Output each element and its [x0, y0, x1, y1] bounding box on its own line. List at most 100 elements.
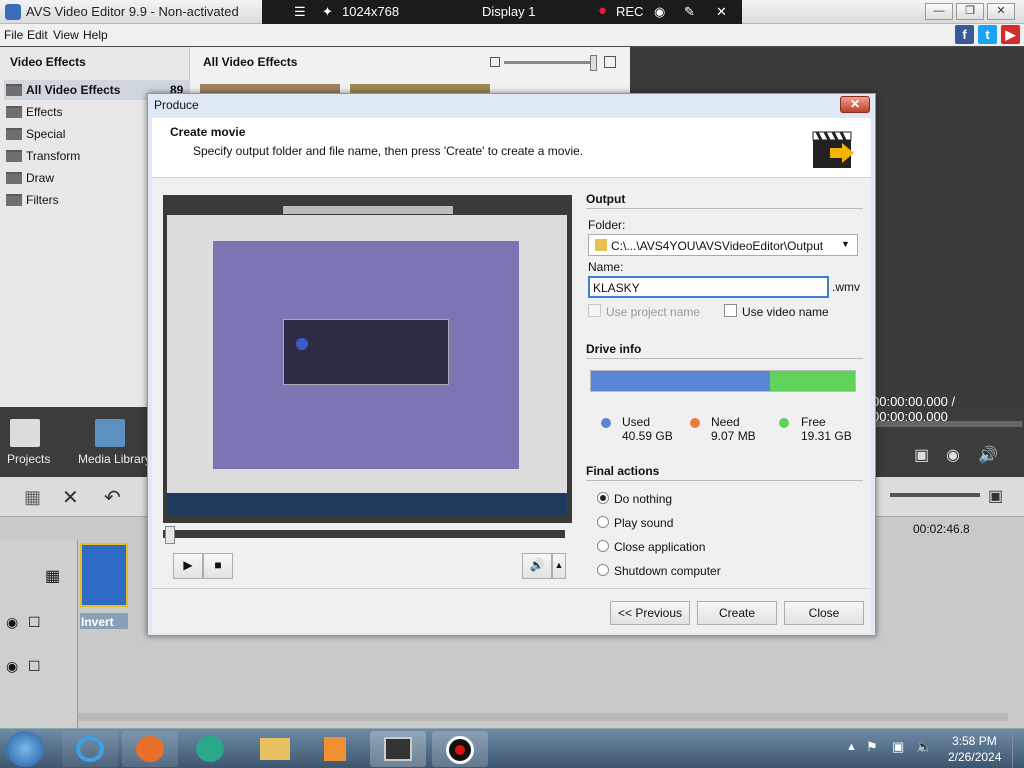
menu-help[interactable]: Help: [83, 28, 108, 42]
name-label: Name:: [588, 260, 624, 274]
header-title: Create movie: [170, 125, 246, 139]
timeline-scrollbar[interactable]: [8, 713, 1008, 721]
twitter-icon[interactable]: t: [978, 25, 997, 44]
header-description: Specify output folder and file name, the…: [193, 144, 584, 158]
lock-icon[interactable]: ☐: [28, 614, 41, 631]
snapshot-icon[interactable]: ◉: [946, 445, 960, 465]
name-input[interactable]: KLASKY: [588, 276, 829, 298]
free-dot: [779, 418, 789, 428]
projects-label[interactable]: Projects: [7, 452, 50, 466]
show-desktop-button[interactable]: [1012, 729, 1024, 768]
menu-view[interactable]: View: [53, 28, 79, 42]
produce-dialog: Produce ✕ Create movie Specify output fo…: [147, 93, 876, 636]
video-editor-icon[interactable]: [370, 731, 426, 767]
volume-dropdown[interactable]: ▲: [552, 553, 566, 579]
large-size-icon[interactable]: [604, 56, 616, 68]
ie-icon[interactable]: [62, 731, 118, 767]
timeline-clip[interactable]: [80, 543, 128, 607]
volume-button[interactable]: 🔊: [522, 553, 552, 579]
radio-play-sound[interactable]: [597, 516, 609, 528]
camera-icon[interactable]: ◉: [654, 4, 665, 20]
radio-close-application[interactable]: [597, 540, 609, 552]
network-icon[interactable]: ▣: [892, 739, 904, 755]
menu-icon[interactable]: ☰: [294, 4, 306, 20]
seek-thumb[interactable]: [165, 526, 175, 544]
firefox-icon[interactable]: [122, 731, 178, 767]
rec-label[interactable]: REC: [616, 4, 643, 19]
radio-do-nothing-label: Do nothing: [614, 492, 673, 506]
folder-icon: [6, 172, 22, 184]
folder-select[interactable]: C:\...\AVS4YOU\AVSVideoEditor\Output ▼: [588, 234, 858, 256]
play-button[interactable]: ▶: [173, 553, 203, 579]
folder-icon: [6, 84, 22, 96]
volume-icon[interactable]: 🔊: [978, 445, 998, 465]
stop-button[interactable]: ■: [203, 553, 233, 579]
delete-icon[interactable]: ✕: [62, 485, 79, 510]
close-window-button[interactable]: ✕: [987, 3, 1015, 20]
eye-icon[interactable]: ◉: [6, 658, 18, 675]
effect-clip[interactable]: Invert: [80, 613, 128, 629]
zoom-slider[interactable]: [504, 61, 594, 64]
clapperboard-icon: [812, 128, 858, 170]
close-button[interactable]: Close: [784, 601, 864, 625]
app-icon-green[interactable]: [182, 731, 238, 767]
movie-preview: [163, 195, 572, 523]
menu-file[interactable]: File: [4, 28, 23, 42]
dialog-body: Create movie Specify output folder and f…: [152, 118, 871, 633]
preview-seek[interactable]: [872, 421, 1022, 427]
preview-seekbar[interactable]: [163, 526, 565, 544]
zoom-slider-thumb[interactable]: [590, 55, 597, 71]
previous-button[interactable]: << Previous: [610, 601, 690, 625]
fit-icon[interactable]: ▣: [988, 486, 1003, 506]
drive-used-fill: [591, 371, 770, 391]
youtube-icon[interactable]: ▶: [1001, 25, 1020, 44]
menu-edit[interactable]: Edit: [27, 28, 48, 42]
close-icon[interactable]: ✕: [716, 4, 727, 20]
media-library-label[interactable]: Media Library: [78, 452, 151, 466]
pencil-icon[interactable]: ✎: [684, 4, 695, 20]
used-value: 40.59 GB: [622, 429, 673, 443]
use-video-name-checkbox[interactable]: [724, 304, 737, 317]
flag-icon[interactable]: ⚑: [866, 739, 878, 755]
timeline-zoom[interactable]: [890, 493, 980, 497]
eye-icon[interactable]: ◉: [6, 614, 18, 631]
use-project-name-checkbox[interactable]: [588, 304, 601, 317]
fullscreen-icon[interactable]: ▣: [914, 445, 929, 465]
need-value: 9.07 MB: [711, 429, 756, 443]
time-mark: 00:02:46.8: [913, 522, 970, 536]
minimize-button[interactable]: —: [925, 3, 953, 20]
chevron-down-icon[interactable]: ▼: [841, 239, 850, 249]
folder-icon: [6, 106, 22, 118]
storyboard-icon[interactable]: ▦: [24, 487, 41, 508]
display-label[interactable]: Display 1: [482, 4, 535, 19]
create-button[interactable]: Create: [697, 601, 777, 625]
effects-grid-title: All Video Effects: [203, 55, 298, 69]
folder-icon: [595, 239, 607, 251]
maximize-button[interactable]: ❐: [956, 3, 984, 20]
pin-icon[interactable]: ✦: [322, 4, 333, 20]
free-label: Free: [801, 415, 826, 429]
preview-taskbar: [167, 493, 567, 515]
record-dot-icon[interactable]: ●: [598, 2, 607, 19]
bandicam-icon[interactable]: [432, 731, 488, 767]
clock-date[interactable]: 2/26/2024: [948, 750, 1001, 764]
radio-shutdown-computer[interactable]: [597, 564, 609, 576]
dialog-close-button[interactable]: ✕: [840, 96, 870, 113]
folder-icon[interactable]: [246, 731, 302, 767]
dialog-title-bar: Produce ✕: [148, 94, 875, 116]
folder-icon: [6, 128, 22, 140]
facebook-icon[interactable]: f: [955, 25, 974, 44]
media-player-icon[interactable]: [306, 731, 362, 767]
speaker-muted-icon[interactable]: 🔈: [916, 739, 932, 755]
taskbar: ▲ ⚑ ▣ 🔈 3:58 PM 2/26/2024: [0, 728, 1024, 768]
need-label: Need: [711, 415, 740, 429]
used-dot: [601, 418, 611, 428]
lock-icon[interactable]: ☐: [28, 658, 41, 675]
undo-icon[interactable]: ↶: [104, 485, 121, 510]
radio-do-nothing[interactable]: [597, 492, 609, 504]
tray-arrow-icon[interactable]: ▲: [846, 741, 857, 753]
time-readout: 00:00:00.000 / 00:00:00.000: [872, 394, 956, 424]
small-size-icon[interactable]: [490, 57, 500, 67]
clock-time[interactable]: 3:58 PM: [952, 734, 997, 748]
start-button[interactable]: [6, 731, 44, 767]
